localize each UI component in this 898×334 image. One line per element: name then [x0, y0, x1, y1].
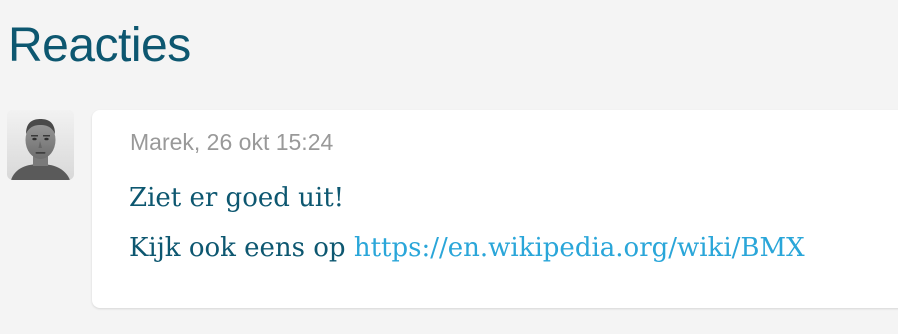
comment-text-line: Ziet er goed uit!: [129, 183, 345, 213]
comment-bubble: Marek, 26 okt 15:24 Ziet er goed uit! Ki…: [92, 110, 898, 308]
comment-meta: Marek, 26 okt 15:24: [130, 129, 334, 155]
avatar: [7, 110, 74, 180]
comment-text-line: Kijk ook eens op https://en.wikipedia.or…: [129, 232, 805, 264]
wikipedia-link[interactable]: https://en.wikipedia.org/wiki/BMX: [354, 233, 805, 263]
comments-heading: Reacties: [8, 19, 191, 72]
comment-text-prefix: Kijk ook eens op: [129, 233, 346, 263]
comment-item: Marek, 26 okt 15:24 Ziet er goed uit! Ki…: [7, 110, 898, 310]
person-photo-icon: [7, 110, 74, 180]
comments-section: Reacties Marek, 26 okt 15:24 Ziet er goe…: [0, 0, 898, 334]
